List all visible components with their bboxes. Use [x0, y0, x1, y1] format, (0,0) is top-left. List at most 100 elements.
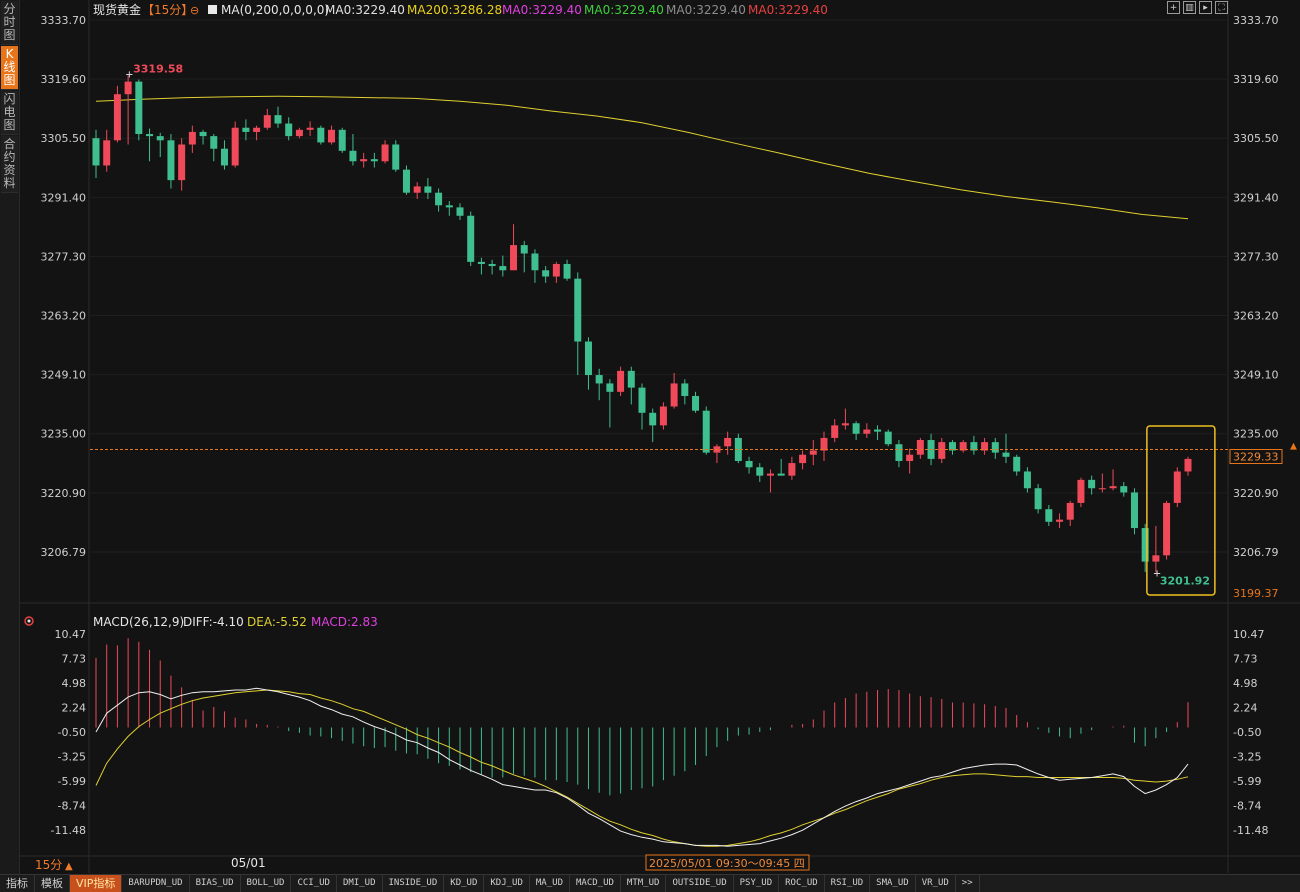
candle-body: [124, 81, 132, 95]
ma-color-icon[interactable]: [208, 5, 217, 14]
candle: [488, 259, 496, 275]
tab-kline[interactable]: K线图: [1, 46, 18, 90]
candle: [970, 435, 978, 455]
price-arrow-icon[interactable]: ▲: [1290, 442, 1297, 452]
candle-body: [1045, 509, 1053, 522]
bottom-price-label: 3199.37: [1233, 587, 1279, 600]
sidebar: 分时图 K线图 闪电图 合约资料: [0, 0, 20, 891]
tab-timeshare[interactable]: 分时图: [1, 1, 18, 45]
right-price-axis[interactable]: 3333.70 3319.60 3305.50 3291.40 3277.30 3263.…: [1233, 14, 1279, 559]
price-tick: 3277.30: [1233, 250, 1279, 263]
toolbar-item-sma-ud[interactable]: SMA_UD: [870, 875, 916, 892]
toolbar-item-[interactable]: >>: [956, 875, 980, 892]
candle-body: [210, 136, 218, 149]
candle: [349, 134, 357, 166]
candle-body: [306, 127, 314, 130]
macd-title[interactable]: MACD(26,12,9): [93, 615, 184, 629]
fullscreen-icon[interactable]: ⛶: [1215, 1, 1228, 14]
candle-body: [916, 440, 924, 455]
macd-tick: -8.74: [58, 800, 86, 813]
candle-body: [456, 207, 464, 216]
toolbar-item-kd-ud[interactable]: KD_UD: [444, 875, 485, 892]
candle-body: [1013, 456, 1021, 472]
toolbar-item-roc-ud[interactable]: ROC_UD: [779, 875, 825, 892]
candle-body: [820, 437, 828, 451]
candle: [113, 85, 121, 143]
price-tick: 3291.40: [41, 191, 87, 204]
price-tick: 3277.30: [41, 250, 87, 263]
toolbar-item-cci-ud[interactable]: CCI_UD: [291, 875, 337, 892]
candle-body: [381, 144, 389, 162]
macd-tick: -5.99: [58, 775, 86, 788]
period-label[interactable]: 【15分】: [142, 3, 193, 17]
macd-tick: -11.48: [1233, 824, 1268, 837]
toolbar-item-rsi-ud[interactable]: RSI_UD: [825, 875, 871, 892]
toolbar-item-boll-ud[interactable]: BOLL_UD: [241, 875, 292, 892]
candle: [317, 125, 325, 145]
candle-body: [617, 370, 625, 392]
toolbar-item-vip[interactable]: VIP指标: [70, 875, 123, 892]
candle-body: [263, 115, 271, 128]
period-up-icon[interactable]: ▲: [65, 861, 73, 872]
toolbar-item-inside-ud[interactable]: INSIDE_UD: [383, 875, 445, 892]
layout-icon[interactable]: ▥: [1183, 1, 1196, 14]
toolbar-item-dmi-ud[interactable]: DMI_UD: [337, 875, 383, 892]
toolbar-item-macd-ud[interactable]: MACD_UD: [570, 875, 621, 892]
candle: [884, 429, 892, 447]
candle-body: [1056, 519, 1064, 522]
toolbar-item-vr-ud[interactable]: VR_UD: [916, 875, 956, 892]
toolbar-item-bias-ud[interactable]: BIAS_UD: [190, 875, 241, 892]
ma-values: MA0:3229.40 MA200:3286.28 MA0:3229.40 MA0:3…: [325, 3, 828, 17]
toolbar-item-ma-ud[interactable]: MA_UD: [530, 875, 570, 892]
candle-body: [1173, 471, 1181, 503]
candle: [799, 450, 807, 470]
candle-body: [188, 131, 196, 145]
candle: [542, 266, 550, 283]
candle-body: [724, 437, 732, 447]
toolbar-item-kdj-ud[interactable]: KDJ_UD: [484, 875, 530, 892]
candle-body: [627, 370, 635, 388]
candle-body: [766, 473, 774, 476]
high-price-label: 3319.58: [133, 62, 183, 75]
tab-contract-info[interactable]: 合约资料: [1, 136, 18, 193]
macd-tick: -5.99: [1233, 775, 1261, 788]
kline-chart[interactable]: 现货黄金 【15分】 ⊖ MA(0,200,0,0,0,0) MA0:3229.…: [0, 0, 1300, 891]
candle: [1130, 488, 1138, 535]
candle: [981, 437, 989, 455]
tab-flash[interactable]: 闪电图: [1, 91, 18, 135]
candle-body: [520, 245, 528, 254]
toolbar-item-mtm-ud[interactable]: MTM_UD: [621, 875, 667, 892]
price-tick: 3235.00: [41, 428, 87, 441]
candle-body: [852, 423, 860, 434]
settings-icon[interactable]: ⊖: [190, 4, 199, 17]
candle: [670, 372, 678, 409]
toolbar-item-[interactable]: 模板: [35, 875, 70, 892]
macd-tick: -8.74: [1233, 800, 1261, 813]
candle: [1056, 513, 1064, 529]
ma-params[interactable]: MA(0,200,0,0,0,0): [221, 3, 329, 17]
candle: [606, 379, 614, 428]
play-icon[interactable]: ▸: [1199, 1, 1212, 14]
candle: [499, 255, 507, 277]
period-button[interactable]: 15分: [35, 858, 62, 872]
symbol-name: 现货黄金: [93, 2, 141, 17]
candle-body: [1130, 492, 1138, 529]
toolbar-item-psy-ud[interactable]: PSY_UD: [734, 875, 780, 892]
candle: [777, 458, 785, 476]
price-tick: 3220.90: [41, 487, 87, 500]
candle-body: [895, 444, 903, 461]
candle: [1034, 484, 1042, 514]
candle-body: [788, 463, 796, 476]
candle: [424, 178, 432, 199]
toolbar-item-barupdn-ud[interactable]: BARUPDN_UD: [122, 875, 190, 892]
macd-tick: 10.47: [55, 628, 87, 641]
toolbar-item-[interactable]: 指标: [0, 875, 35, 892]
candle-body: [1109, 486, 1117, 489]
candle: [563, 259, 571, 281]
toolbar-item-outside-ud[interactable]: OUTSIDE_UD: [666, 875, 734, 892]
candle: [370, 152, 378, 168]
candle-body: [113, 94, 121, 141]
candle-body: [103, 140, 111, 166]
add-icon[interactable]: +: [1167, 1, 1180, 14]
candle: [445, 201, 453, 216]
